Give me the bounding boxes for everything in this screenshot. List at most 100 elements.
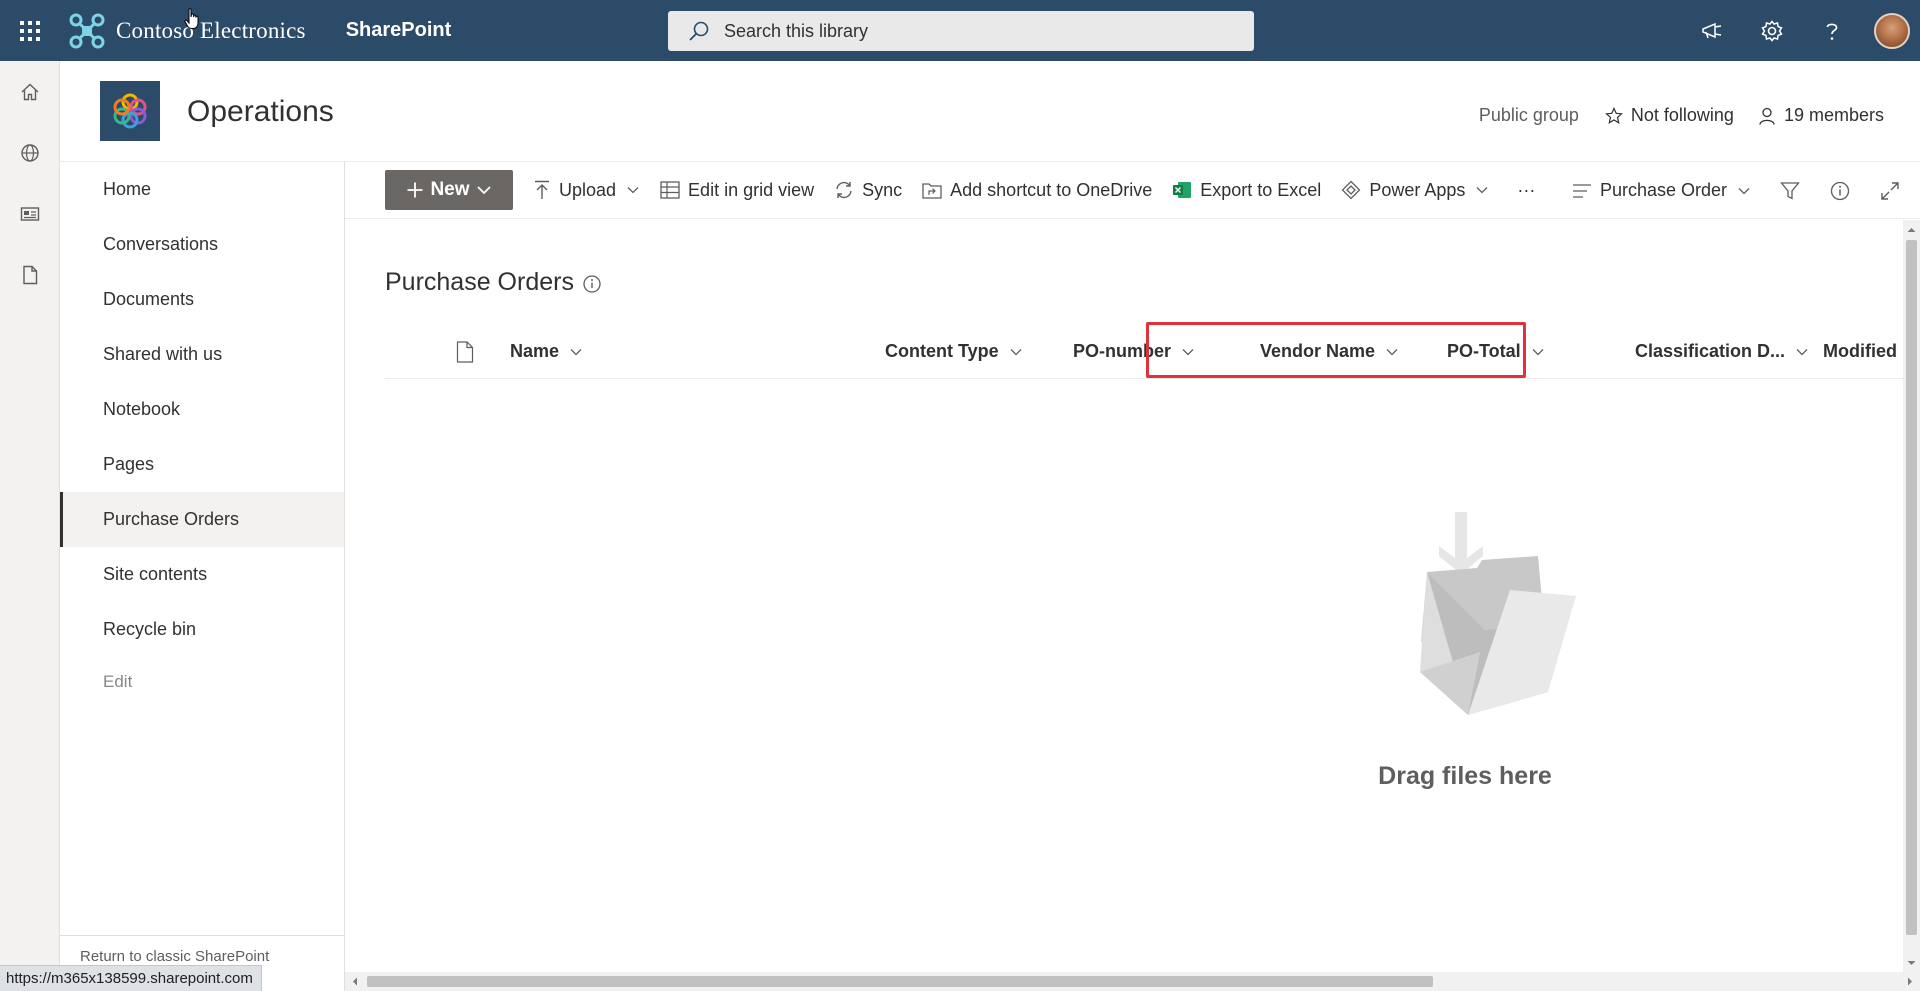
nav-item-site-contents[interactable]: Site contents bbox=[60, 547, 344, 602]
members-button[interactable]: 19 members bbox=[1758, 105, 1884, 126]
file-icon bbox=[23, 265, 38, 284]
scroll-left-arrow-icon[interactable] bbox=[347, 972, 363, 991]
view-lines-icon bbox=[1572, 183, 1591, 198]
upload-icon bbox=[535, 180, 549, 199]
nav-item-documents[interactable]: Documents bbox=[60, 272, 344, 327]
nav-item-purchase-orders[interactable]: Purchase Orders bbox=[60, 492, 344, 547]
nav-item-conversations[interactable]: Conversations bbox=[60, 217, 344, 272]
nav-item-label: Conversations bbox=[103, 234, 219, 254]
nav-item-label: Home bbox=[103, 179, 152, 199]
horizontal-scroll-thumb[interactable] bbox=[367, 976, 1433, 987]
app-name[interactable]: SharePoint bbox=[346, 19, 452, 42]
nav-item-notebook[interactable]: Notebook bbox=[60, 382, 344, 437]
nav-item-label: Pages bbox=[103, 454, 155, 474]
group-type-label: Public group bbox=[1478, 105, 1579, 125]
add-shortcut-button[interactable]: Add shortcut to OneDrive bbox=[922, 180, 1152, 201]
suite-actions bbox=[1682, 0, 1920, 61]
more-label: ··· bbox=[1517, 179, 1536, 200]
nav-item-recycle-bin[interactable]: Recycle bin bbox=[60, 602, 344, 657]
help-button[interactable] bbox=[1802, 0, 1862, 61]
appbar-sites[interactable] bbox=[0, 122, 60, 183]
waffle-icon bbox=[20, 20, 40, 41]
nav-item-label: Purchase Orders bbox=[103, 509, 240, 529]
nav-item-pages[interactable]: Pages bbox=[60, 437, 344, 492]
site-logo[interactable] bbox=[100, 81, 160, 141]
brand-name: Contoso Electronics bbox=[116, 17, 306, 43]
upload-button[interactable]: Upload bbox=[533, 180, 640, 201]
nav-item-label: Recycle bin bbox=[103, 619, 197, 639]
upload-label: Upload bbox=[559, 179, 617, 200]
scroll-right-arrow-icon[interactable] bbox=[1902, 972, 1918, 991]
home-icon bbox=[21, 83, 39, 100]
appbar-news[interactable] bbox=[0, 183, 60, 244]
nav-item-label: Site contents bbox=[103, 564, 208, 584]
filter-icon bbox=[1780, 181, 1800, 200]
scroll-up-arrow-icon[interactable] bbox=[1903, 223, 1920, 237]
sync-button[interactable]: Sync bbox=[834, 180, 902, 201]
gear-icon bbox=[1761, 19, 1783, 42]
chevron-down-icon bbox=[476, 186, 491, 195]
user-avatar[interactable] bbox=[1874, 12, 1910, 49]
suite-bar: Contoso Electronics SharePoint Search th… bbox=[0, 0, 1920, 61]
info-icon bbox=[1830, 181, 1850, 200]
scroll-down-arrow-icon[interactable] bbox=[1903, 956, 1920, 970]
contoso-logo-icon bbox=[69, 13, 105, 48]
chevron-down-icon bbox=[627, 187, 639, 194]
nav-item-shared-with-us[interactable]: Shared with us bbox=[60, 327, 344, 382]
fullscreen-button[interactable] bbox=[1865, 162, 1915, 219]
site-logo-icon bbox=[113, 93, 147, 129]
empty-folder-illustration bbox=[1420, 512, 1576, 715]
follow-label: Not following bbox=[1630, 105, 1734, 125]
excel-icon bbox=[1173, 182, 1192, 198]
vertical-scroll-thumb[interactable] bbox=[1906, 240, 1917, 935]
empty-state-message: Drag files here bbox=[1378, 762, 1552, 790]
sync-icon bbox=[836, 181, 852, 199]
new-button[interactable]: New bbox=[385, 170, 513, 210]
news-icon bbox=[20, 206, 40, 221]
whats-new-button[interactable] bbox=[1682, 0, 1742, 61]
horizontal-scrollbar[interactable] bbox=[345, 972, 1920, 991]
view-switcher[interactable]: Purchase Order bbox=[1572, 180, 1751, 201]
follow-button[interactable]: Not following bbox=[1604, 105, 1734, 126]
globe-icon bbox=[21, 143, 39, 162]
sync-label: Sync bbox=[862, 179, 903, 200]
export-excel-button[interactable]: Export to Excel bbox=[1172, 180, 1321, 201]
site-title[interactable]: Operations bbox=[187, 95, 334, 129]
grid-icon bbox=[660, 181, 680, 199]
nav-item-label: Shared with us bbox=[103, 344, 223, 364]
grid-label: Edit in grid view bbox=[688, 179, 815, 200]
site-header: Operations Public group Not following 19… bbox=[60, 61, 1920, 162]
settings-button[interactable] bbox=[1742, 0, 1802, 61]
vertical-scrollbar[interactable] bbox=[1903, 220, 1920, 972]
nav-item-label: Documents bbox=[103, 289, 195, 309]
filter-button[interactable] bbox=[1765, 162, 1815, 219]
info-pane-button[interactable] bbox=[1815, 162, 1865, 219]
chevron-down-icon bbox=[1738, 187, 1750, 194]
hand-cursor-icon bbox=[184, 8, 199, 29]
export-label: Export to Excel bbox=[1200, 179, 1322, 200]
power-apps-button[interactable]: Power Apps bbox=[1341, 180, 1489, 201]
power-apps-label: Power Apps bbox=[1369, 179, 1466, 200]
megaphone-icon bbox=[1702, 22, 1722, 38]
command-bar-right: Purchase Order bbox=[1552, 162, 1920, 219]
view-label: Purchase Order bbox=[1599, 180, 1727, 200]
nav-item-label: Notebook bbox=[103, 399, 181, 419]
person-icon bbox=[1759, 107, 1775, 125]
appbar-files[interactable] bbox=[0, 244, 60, 305]
shortcut-icon bbox=[922, 183, 942, 199]
search-icon bbox=[689, 21, 709, 41]
power-apps-icon bbox=[1341, 180, 1361, 200]
nav-item-home[interactable]: Home bbox=[60, 162, 344, 217]
app-launcher-button[interactable] bbox=[0, 0, 60, 61]
command-bar: New Upload Edit in grid view Sync Add sh… bbox=[345, 162, 1920, 219]
search-box[interactable]: Search this library bbox=[668, 11, 1254, 51]
star-icon bbox=[1604, 106, 1623, 124]
app-bar bbox=[0, 61, 60, 991]
nav-edit-link[interactable]: Edit bbox=[60, 657, 344, 707]
appbar-home[interactable] bbox=[0, 61, 60, 122]
new-label: New bbox=[430, 179, 470, 200]
more-commands-button[interactable]: ··· bbox=[1517, 180, 1535, 201]
site-meta: Public group Not following 19 members bbox=[1479, 105, 1884, 126]
edit-grid-view-button[interactable]: Edit in grid view bbox=[660, 180, 814, 201]
members-label: 19 members bbox=[1783, 105, 1884, 125]
